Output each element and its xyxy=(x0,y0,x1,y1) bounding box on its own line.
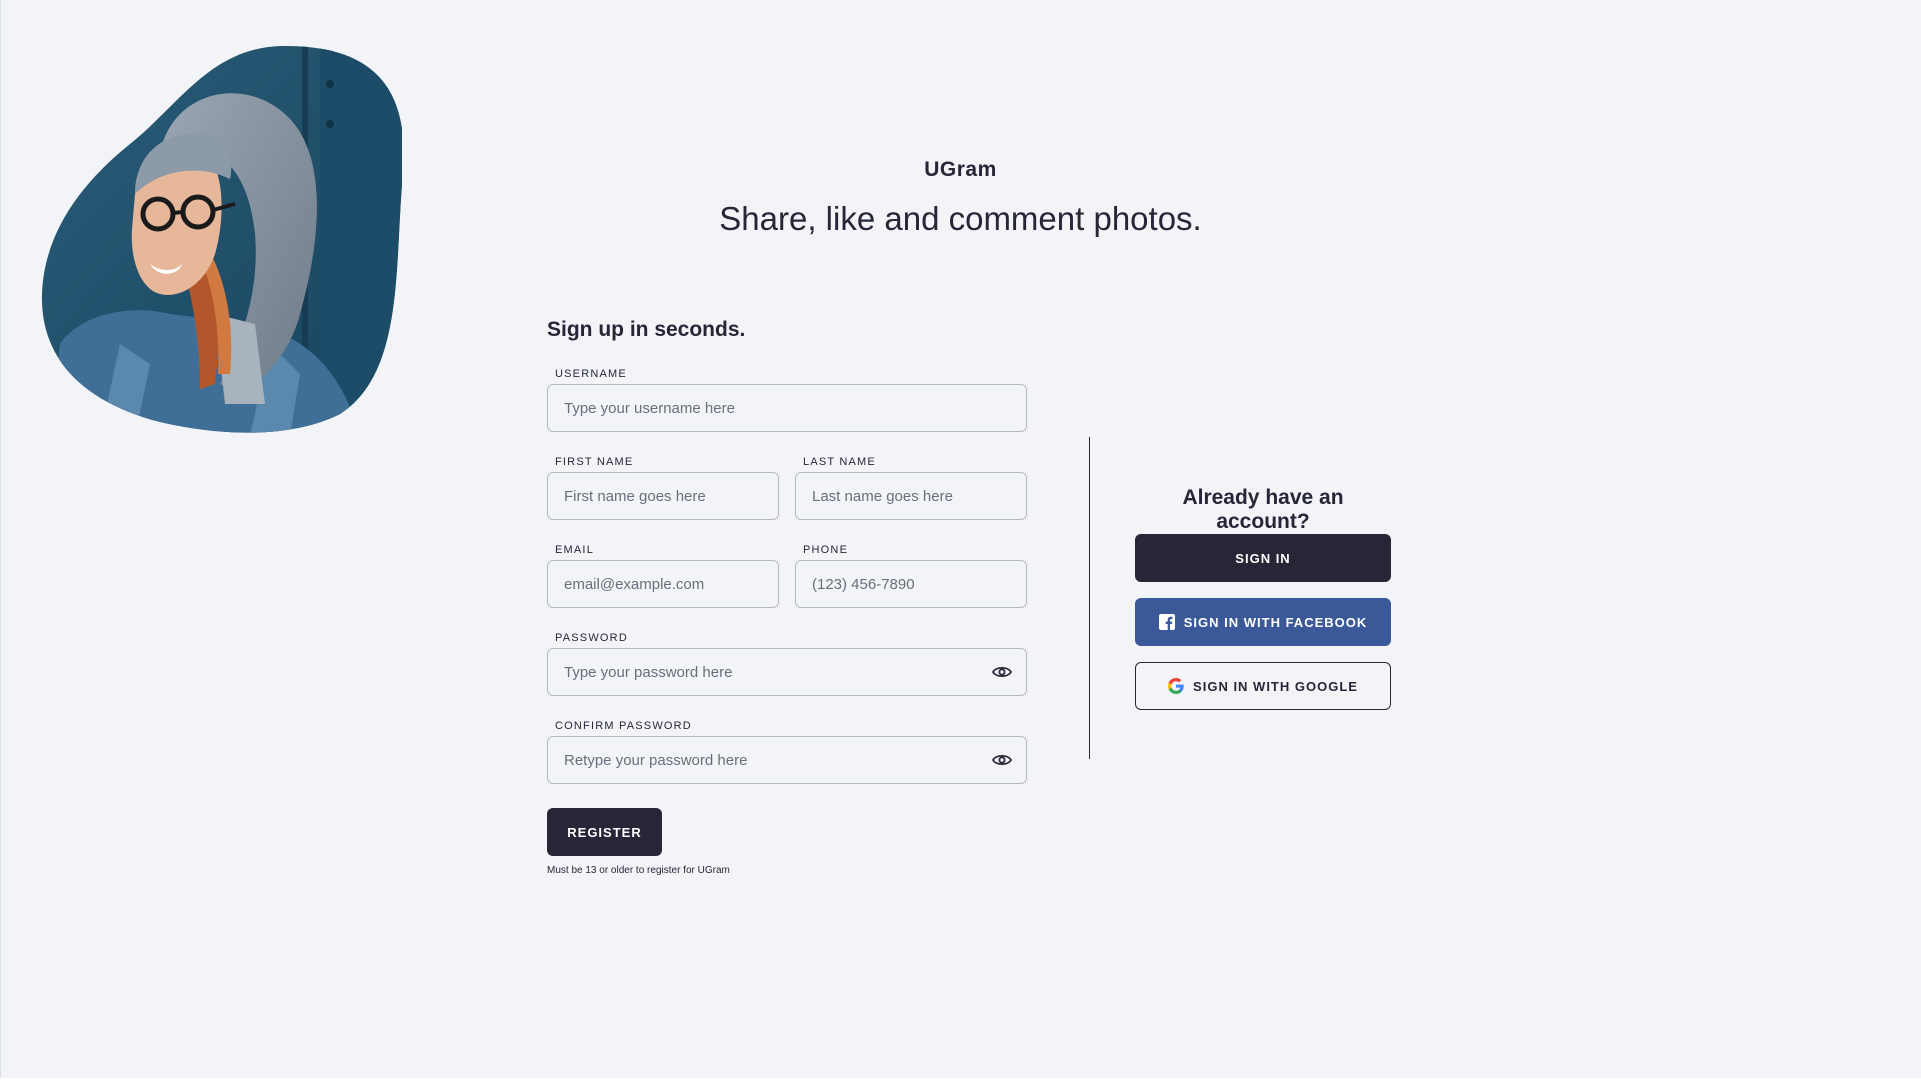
last-name-label: LAST NAME xyxy=(803,456,876,468)
account-title: Already have an account? xyxy=(1182,486,1344,533)
confirm-password-input[interactable] xyxy=(547,736,1027,784)
phone-label: PHONE xyxy=(803,544,849,556)
email-input[interactable] xyxy=(547,560,779,608)
username-label: USERNAME xyxy=(555,368,627,380)
eye-icon[interactable] xyxy=(992,665,1012,679)
google-sign-in-label: SIGN IN WITH GOOGLE xyxy=(1193,678,1358,694)
sign-in-label: SIGN IN xyxy=(1235,550,1291,566)
column-divider xyxy=(1089,437,1090,759)
hero-photo xyxy=(41,45,402,433)
facebook-icon xyxy=(1158,614,1175,630)
first-name-label: FIRST NAME xyxy=(555,456,634,468)
phone-input[interactable] xyxy=(795,560,1027,608)
google-sign-in-button[interactable]: SIGN IN WITH GOOGLE xyxy=(1135,662,1391,710)
signup-title: Sign up in seconds. xyxy=(547,318,746,341)
facebook-sign-in-button[interactable]: SIGN IN WITH FACEBOOK xyxy=(1135,598,1391,646)
sign-in-button[interactable]: SIGN IN xyxy=(1135,534,1391,582)
brand-name: UGram xyxy=(924,158,997,181)
google-icon xyxy=(1168,678,1184,694)
password-label: PASSWORD xyxy=(555,632,628,644)
username-input[interactable] xyxy=(547,384,1027,432)
eye-icon[interactable] xyxy=(992,753,1012,767)
facebook-sign-in-label: SIGN IN WITH FACEBOOK xyxy=(1183,614,1368,630)
age-requirement-note: Must be 13 or older to register for UGra… xyxy=(547,865,730,876)
email-label: EMAIL xyxy=(555,544,595,556)
tagline: Share, like and comment photos. xyxy=(719,200,1202,237)
last-name-input[interactable] xyxy=(795,472,1027,520)
password-input[interactable] xyxy=(547,648,1027,696)
confirm-password-label: CONFIRM PASSWORD xyxy=(555,720,692,732)
first-name-input[interactable] xyxy=(547,472,779,520)
register-button[interactable]: REGISTER xyxy=(547,808,662,856)
